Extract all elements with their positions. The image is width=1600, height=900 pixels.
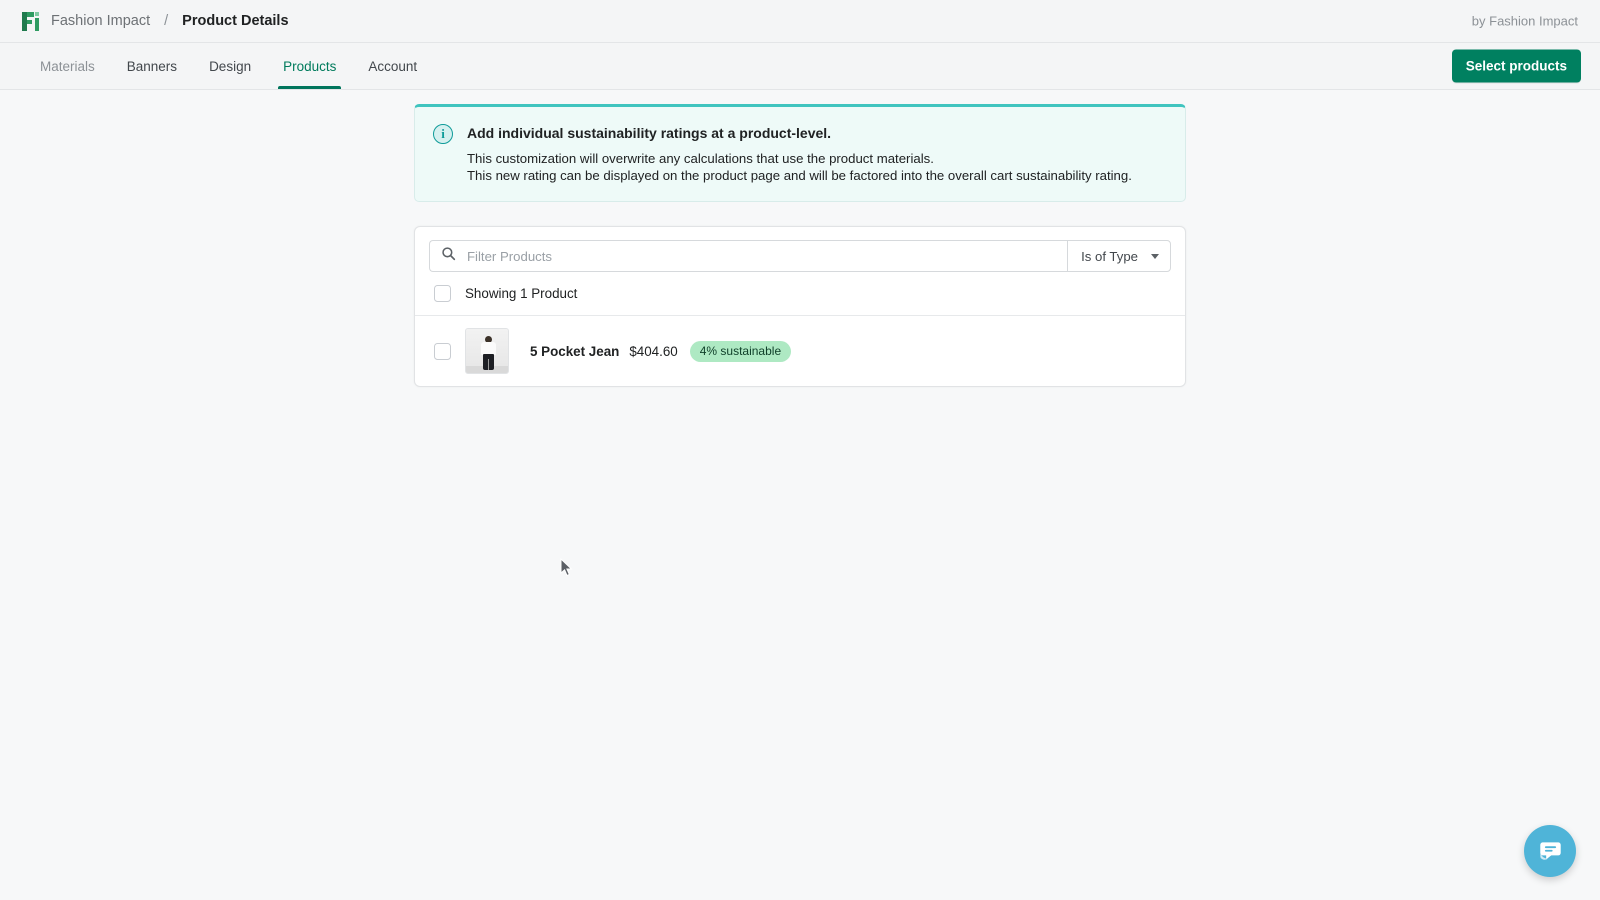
- select-products-button[interactable]: Select products: [1451, 49, 1581, 83]
- product-row-checkbox[interactable]: [434, 342, 451, 360]
- breadcrumb-root[interactable]: Fashion Impact: [51, 13, 150, 29]
- info-banner-line-1: This customization will overwrite any ca…: [467, 151, 934, 166]
- content-column: i Add individual sustainability ratings …: [414, 104, 1186, 387]
- type-filter-dropdown[interactable]: Is of Type: [1067, 240, 1171, 272]
- search-field-wrapper[interactable]: [429, 240, 1068, 272]
- product-row-info: 5 Pocket Jean $404.60 4% sustainable: [523, 340, 792, 362]
- chat-bubble-icon[interactable]: [1524, 825, 1576, 877]
- info-banner-body: Add individual sustainability ratings at…: [467, 123, 1167, 184]
- table-row[interactable]: 5 Pocket Jean $404.60 4% sustainable: [415, 316, 1185, 386]
- page-body: i Add individual sustainability ratings …: [0, 90, 1600, 387]
- tab-design-label: Design: [209, 58, 252, 74]
- info-banner-title: Add individual sustainability ratings at…: [467, 125, 832, 141]
- info-banner-line-2: This new rating can be displayed on the …: [467, 168, 1132, 183]
- search-icon: [441, 246, 456, 266]
- status-badge: 4% sustainable: [689, 340, 792, 362]
- breadcrumb-separator: /: [164, 13, 169, 29]
- showing-count-label: Showing 1 Product: [465, 286, 578, 301]
- tab-banners[interactable]: Banners: [111, 43, 193, 89]
- tab-bar: Materials Banners Design Products Accoun…: [0, 43, 1600, 90]
- filter-row: Is of Type: [415, 227, 1185, 272]
- tab-materials-label: Materials: [40, 58, 95, 74]
- breadcrumb: Fashion Impact / Product Details: [22, 11, 289, 31]
- tab-materials[interactable]: Materials: [22, 43, 111, 89]
- info-circle-icon: i: [433, 124, 453, 144]
- tab-design[interactable]: Design: [193, 43, 267, 89]
- app-byline: by Fashion Impact: [1471, 13, 1578, 29]
- type-filter-label: Is of Type: [1081, 248, 1138, 264]
- chat-bubble-glyph: [1539, 842, 1561, 860]
- tab-banners-label: Banners: [126, 58, 178, 74]
- mouse-cursor: [560, 557, 574, 583]
- tab-products-label: Products: [283, 58, 337, 74]
- product-thumbnail: [465, 328, 509, 374]
- search-input[interactable]: [465, 247, 1057, 265]
- select-all-checkbox[interactable]: [434, 285, 451, 302]
- app-header: Fashion Impact / Product Details by Fash…: [0, 0, 1600, 43]
- tab-account[interactable]: Account: [352, 43, 433, 89]
- caret-down-icon: [1151, 253, 1159, 259]
- product-list-card: Is of Type Showing 1 Product: [414, 226, 1186, 387]
- page-title: Product Details: [182, 13, 289, 29]
- info-banner: i Add individual sustainability ratings …: [414, 104, 1186, 202]
- tab-products[interactable]: Products: [267, 43, 352, 89]
- product-price: $404.60: [629, 343, 678, 359]
- tab-account-label: Account: [368, 58, 418, 74]
- fi-logo-icon: [22, 11, 39, 31]
- tab-list: Materials Banners Design Products Accoun…: [22, 43, 433, 89]
- product-title: 5 Pocket Jean: [530, 343, 620, 359]
- select-all-row: Showing 1 Product: [415, 272, 1185, 316]
